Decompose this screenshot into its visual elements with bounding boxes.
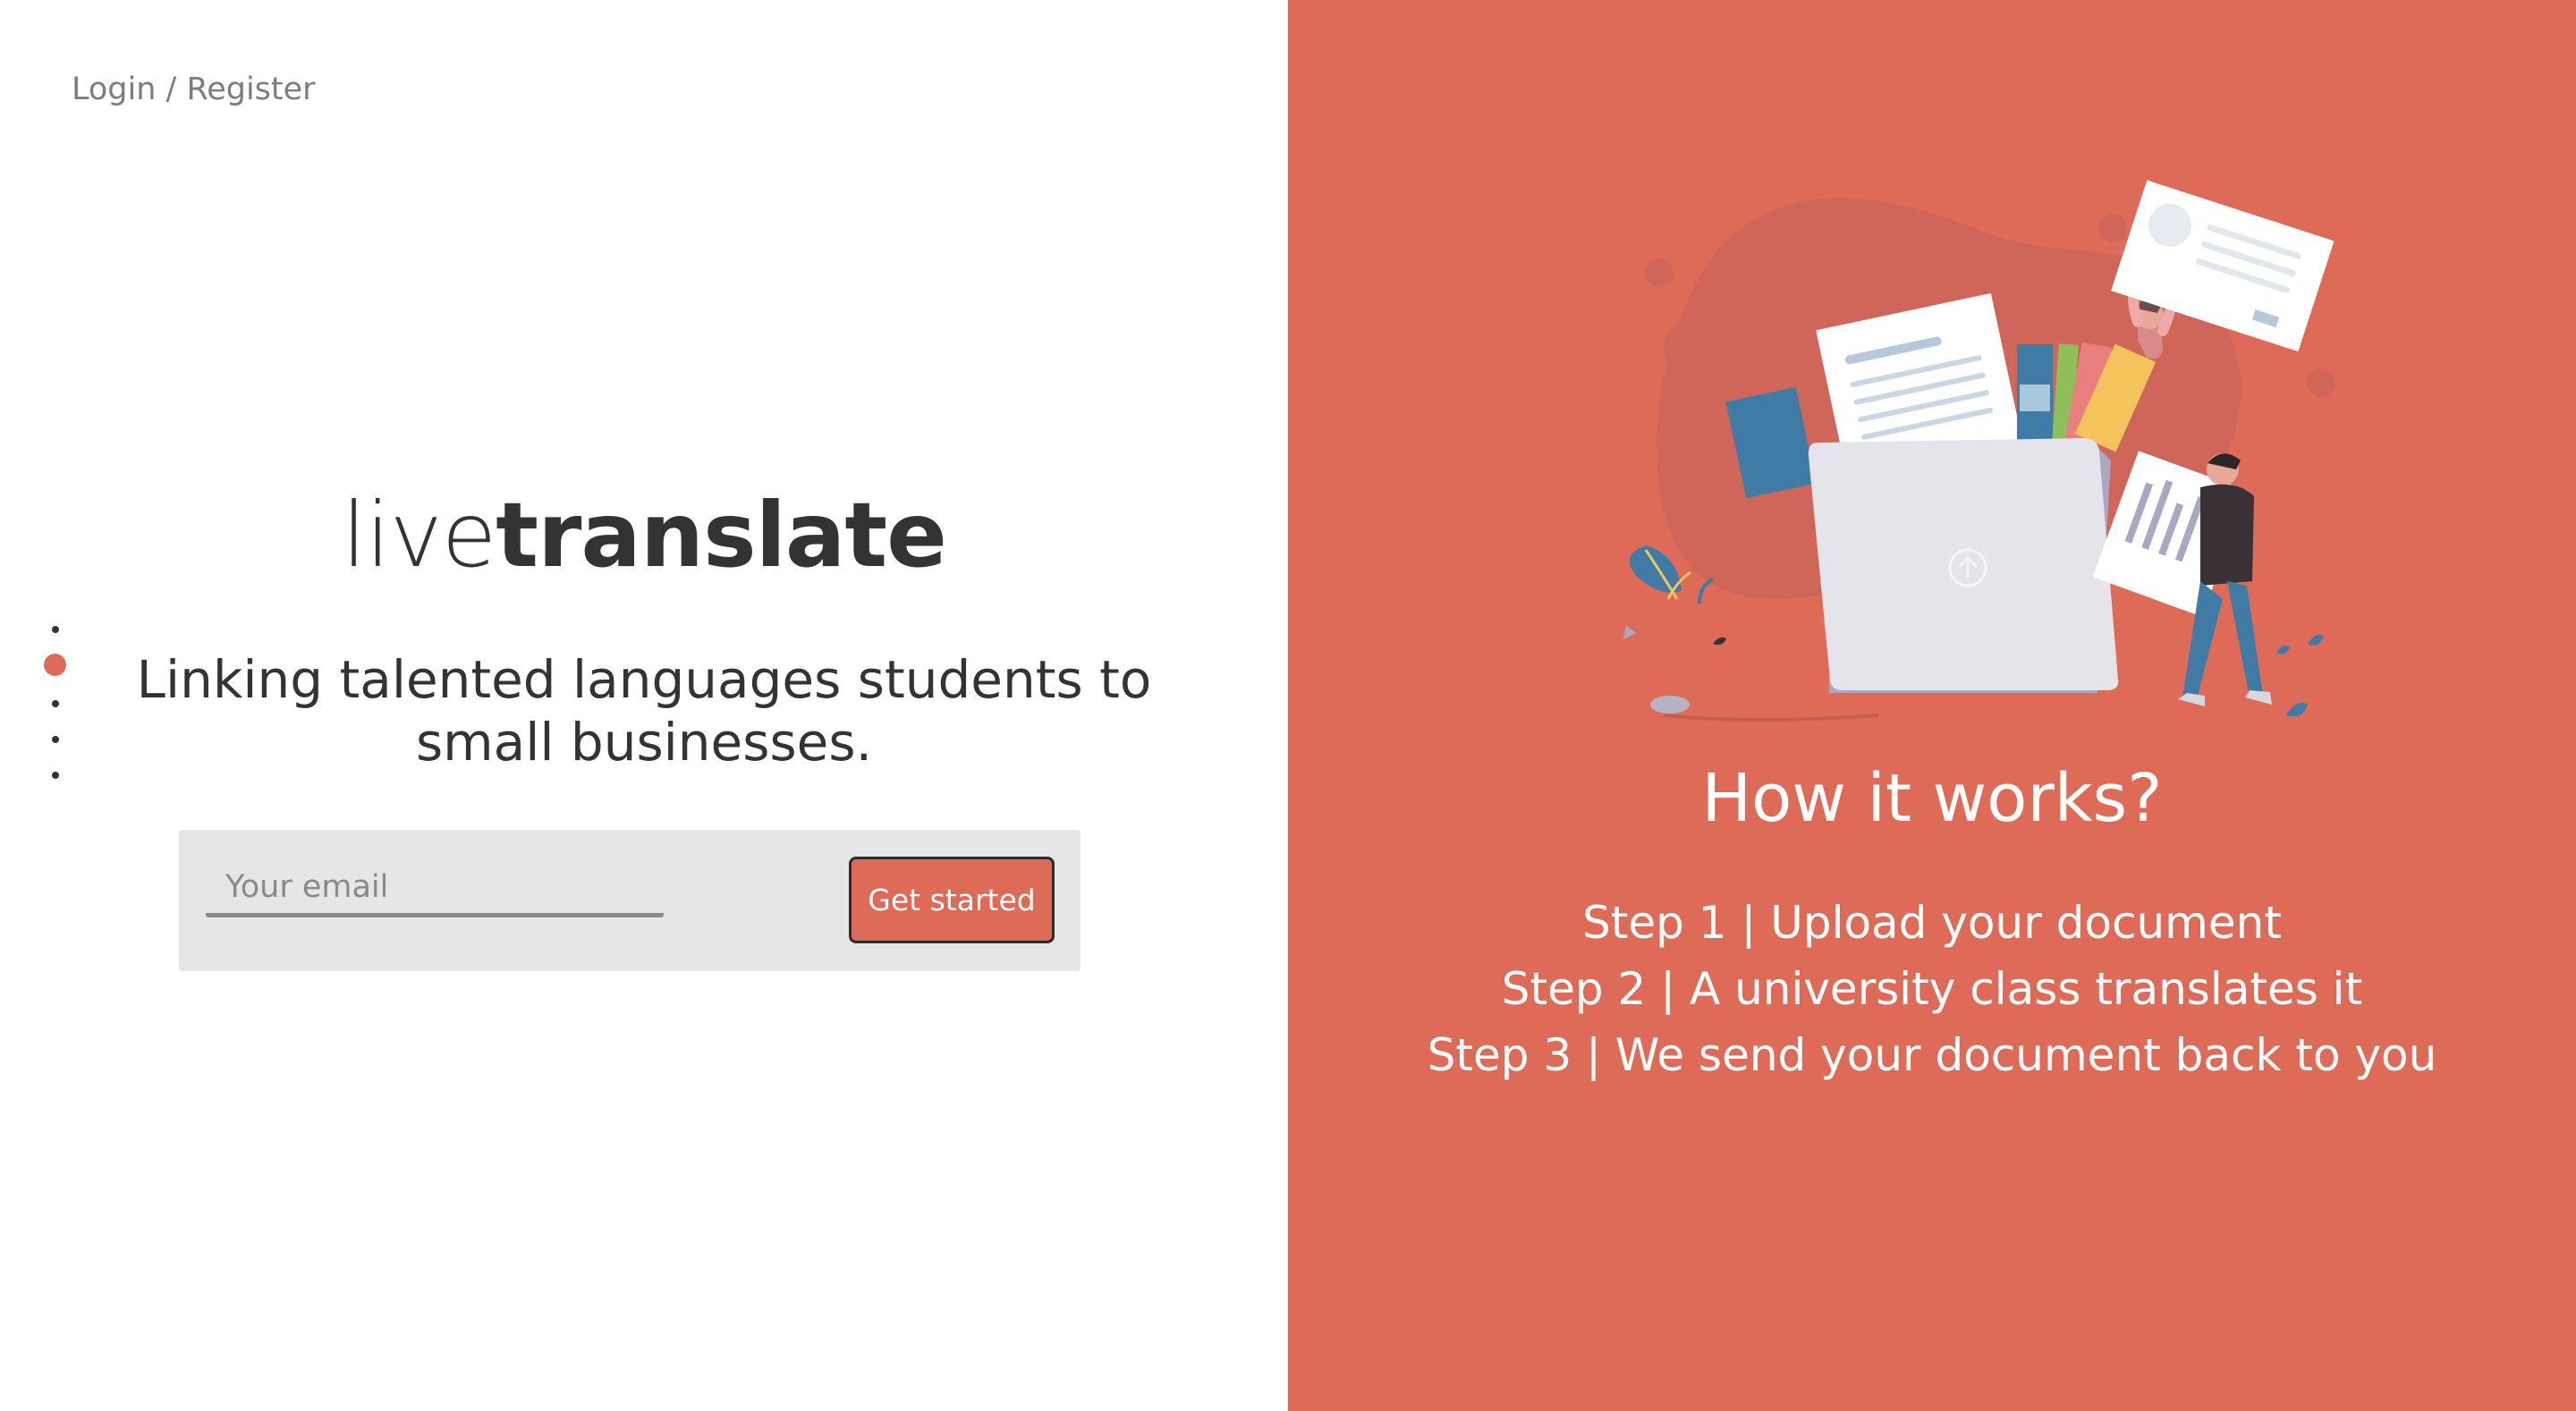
- right-panel: How it works? Step 1 | Upload your docum…: [1288, 0, 2576, 1411]
- pagination-dot-4[interactable]: [52, 736, 59, 743]
- pagination-dot-5[interactable]: [52, 772, 59, 779]
- brand-logo-bold: translate: [496, 483, 947, 587]
- brand-logo: livetranslate: [0, 483, 1288, 587]
- decor-circle-shape: [2098, 214, 2127, 242]
- leaf-decor-shape: [2276, 646, 2290, 655]
- step-item: Step 1 | Upload your document: [1582, 897, 2282, 949]
- email-input[interactable]: [206, 860, 664, 917]
- hero-tagline: Linking talented languages students to s…: [136, 649, 1152, 773]
- step-item: Step 3 | We send your document back to y…: [1427, 1029, 2437, 1081]
- pagination-dot-2-active[interactable]: [44, 654, 66, 676]
- ground-line-shape: [1663, 714, 1879, 722]
- pagination-dot-1[interactable]: [52, 626, 59, 633]
- step-item: Step 2 | A university class translates i…: [1501, 963, 2363, 1015]
- login-register-link[interactable]: Login / Register: [72, 72, 316, 107]
- pagination-dot-3[interactable]: [52, 700, 59, 707]
- get-started-button[interactable]: Get started: [849, 857, 1055, 943]
- leaf-decor-shape: [2285, 702, 2308, 717]
- leaf-decor-shape: [2308, 634, 2324, 646]
- decor-circle-shape: [1645, 258, 1674, 287]
- left-panel: Login / Register livetranslate Linking t…: [0, 0, 1288, 1411]
- decor-circle-shape: [1664, 322, 1714, 372]
- signup-form: Get started: [179, 830, 1080, 971]
- landing-page: Login / Register livetranslate Linking t…: [0, 0, 2576, 1411]
- file-upload-illustration: [1623, 180, 2335, 722]
- brand-logo-light: live: [342, 483, 496, 587]
- decor-circle-shape: [2307, 368, 2335, 397]
- how-it-works-title: How it works?: [1701, 760, 2163, 837]
- how-it-works-steps: Step 1 | Upload your document Step 2 | A…: [1288, 890, 2576, 1088]
